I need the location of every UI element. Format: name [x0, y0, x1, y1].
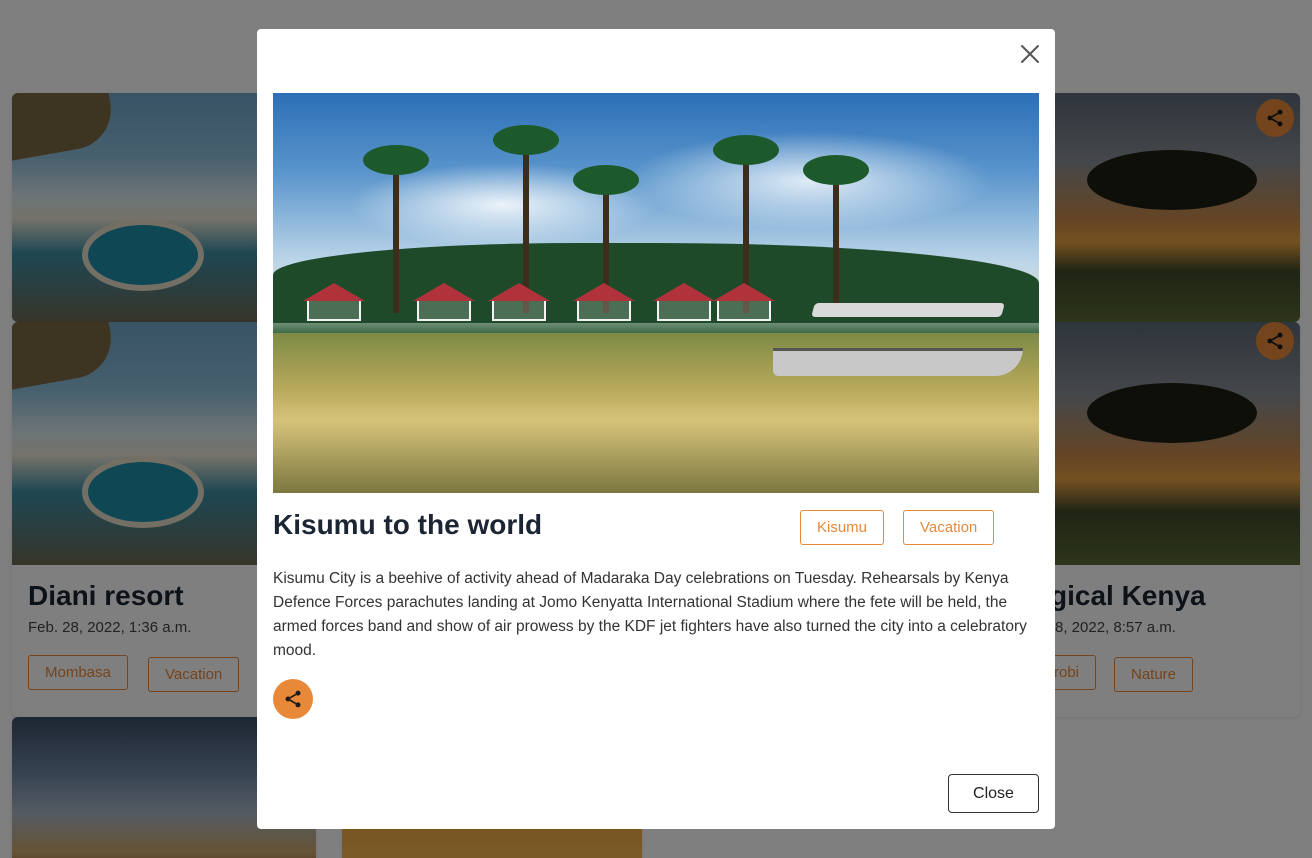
modal-description: Kisumu City is a beehive of activity ahe…: [273, 570, 1027, 659]
modal-tag-kisumu[interactable]: Kisumu: [800, 510, 885, 545]
share-icon: [285, 690, 301, 708]
gazebo: [573, 283, 635, 323]
modal-share-button[interactable]: [273, 679, 313, 719]
modal-title: Kisumu to the world: [273, 509, 543, 540]
palm-tree: [363, 145, 429, 313]
close-icon: [1021, 45, 1039, 63]
modal-tag-vacation[interactable]: Vacation: [903, 510, 995, 545]
kisumu-hero-photo: [273, 93, 1039, 493]
modal-close-x-button[interactable]: [1017, 41, 1043, 67]
pontoon-boat: [773, 303, 1023, 378]
post-detail-modal: Kisumu to the world Kisumu Vacation Kisu…: [257, 29, 1055, 829]
gazebo: [713, 283, 775, 323]
gazebo: [413, 283, 475, 323]
palm-tree: [803, 155, 869, 313]
gazebo: [488, 283, 550, 323]
gazebo: [653, 283, 715, 323]
gazebo: [303, 283, 365, 323]
modal-close-button[interactable]: Close: [948, 774, 1039, 813]
